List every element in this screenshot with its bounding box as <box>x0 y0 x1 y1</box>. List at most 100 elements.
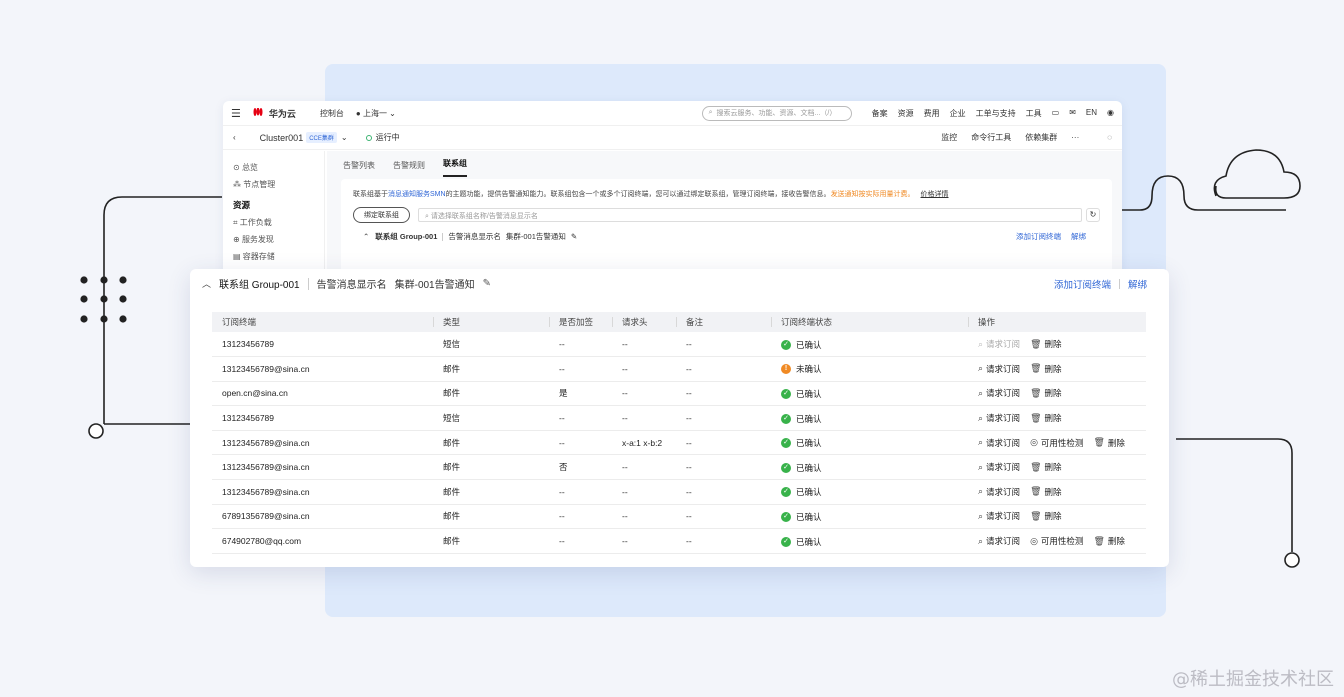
status-cell: ! 未确认 <box>771 356 968 382</box>
type-cell: 邮件 <box>433 430 549 456</box>
trash-action[interactable]: 🗑 删除 <box>1030 387 1061 399</box>
actions-cell: ⌕ 请求订阅 🗑 删除 <box>968 332 1146 358</box>
subscribe-action[interactable]: ⌕ 请求订阅 <box>978 412 1020 424</box>
cli-tool-button[interactable]: 命令行工具 <box>971 132 1011 143</box>
subscribe-icon: ⌕ <box>978 461 984 472</box>
top-links: 备案 资源 费用 企业 工单与支持 工具 ▭ ✉ EN ◉ <box>862 108 1114 119</box>
col-sign: 是否加签 <box>549 312 612 332</box>
sign-cell: 否 <box>549 454 612 481</box>
top-nav-bar: ☰ 华为云 控制台 ● 上海一 ⌄ ⌕ 搜索云服务、功能、资源、文档...（/）… <box>223 101 1122 126</box>
global-search-input[interactable]: ⌕ 搜索云服务、功能、资源、文档...（/） <box>701 105 852 121</box>
dependency-cluster-button[interactable]: 依赖集群 <box>1025 132 1057 143</box>
run-status-label: 运行中 <box>375 133 400 142</box>
back-arrow-icon[interactable]: ‹ <box>233 133 236 142</box>
nav-console[interactable]: 控制台 <box>320 108 344 119</box>
refresh-icon[interactable]: ↻ <box>1086 208 1100 222</box>
side-item-overview[interactable]: ⊙ 总览 <box>233 159 314 176</box>
tab-contact-group[interactable]: 联系组 <box>443 158 467 177</box>
table-row: 13123456789 短信 -- -- -- ✓ 已确认 ⌕ 请求订阅 🗑 删除 <box>212 405 1146 431</box>
terminal-cell: 13123456789 <box>212 405 433 431</box>
note-cell: -- <box>676 405 771 431</box>
subscribe-action[interactable]: ⌕ 请求订阅 <box>978 363 1020 375</box>
trash-action[interactable]: 🗑 删除 <box>1030 461 1061 473</box>
top-link-enterprise[interactable]: 企业 <box>950 108 966 119</box>
top-link-beian[interactable]: 备案 <box>872 108 888 119</box>
side-item-workload[interactable]: ⌗ 工作负载 <box>233 214 314 231</box>
chevron-up-icon[interactable]: ︿ <box>202 277 211 290</box>
action-row: 绑定联系组 ⌕ 请选择联系组名称/告警消息显示名 ↻ <box>353 207 1100 223</box>
side-section-resource: 资源 <box>233 200 251 210</box>
trash-action[interactable]: 🗑 删除 <box>1030 412 1061 424</box>
group-search-input[interactable]: ⌕ 请选择联系组名称/告警消息显示名 <box>418 208 1082 222</box>
bind-group-button[interactable]: 绑定联系组 <box>353 207 410 223</box>
terminal-cell: 13123456789@sina.cn <box>212 356 433 382</box>
group-name: 联系组 Group-001 <box>219 280 300 291</box>
top-link-resource[interactable]: 资源 <box>898 108 914 119</box>
divider <box>1118 278 1120 289</box>
table-row: 67891356789@sina.cn 邮件 -- -- -- ✓ 已确认 ⌕ 请求订阅 🗑 删除 <box>212 504 1146 530</box>
message-icon[interactable]: ✉ <box>1069 108 1076 119</box>
status-label: 已确认 <box>796 536 822 547</box>
check-action[interactable]: ◎ 可用性检测 <box>1030 437 1083 449</box>
trash-action[interactable]: 🗑 删除 <box>1030 363 1061 375</box>
unbind-link[interactable]: 解绑 <box>1128 277 1147 291</box>
subscribe-action[interactable]: ⌕ 请求订阅 <box>978 461 1020 473</box>
side-item-storage[interactable]: ▤ 容器存储 <box>233 248 314 265</box>
check-action[interactable]: ◎ 可用性检测 <box>1030 535 1083 547</box>
trash-action[interactable]: 🗑 删除 <box>1030 486 1061 498</box>
top-link-cost[interactable]: 费用 <box>924 108 940 119</box>
price-link[interactable]: 价格详情 <box>921 191 949 198</box>
subscribe-action[interactable]: ⌕ 请求订阅 <box>978 535 1020 547</box>
mini-add-terminal-link[interactable]: 添加订阅终端 <box>1016 231 1061 242</box>
trash-action[interactable]: 🗑 删除 <box>1030 510 1061 522</box>
note-cell: -- <box>676 504 771 530</box>
trash-action[interactable]: 🗑 删除 <box>1093 437 1124 449</box>
subscribe-action[interactable]: ⌕ 请求订阅 <box>978 437 1020 449</box>
language-toggle[interactable]: EN <box>1086 108 1097 119</box>
subscribe-action[interactable]: ⌕ 请求订阅 <box>978 387 1020 399</box>
top-link-tools[interactable]: 工具 <box>1026 108 1042 119</box>
top-link-support[interactable]: 工单与支持 <box>976 108 1016 119</box>
sign-cell: -- <box>549 528 612 554</box>
subscribe-icon: ⌕ <box>978 486 984 497</box>
group-header: ︿ 联系组 Group-001 告警消息显示名 集群-001告警通知 ✎ 添加订… <box>202 269 1147 298</box>
subscribe-icon: ⌕ <box>978 412 984 423</box>
smn-link[interactable]: 消息通知服务SMN <box>388 191 446 198</box>
status-label: 未确认 <box>796 364 822 375</box>
side-item-nodes[interactable]: ⁂ 节点管理 <box>233 176 314 193</box>
header-cell: -- <box>612 528 676 554</box>
status-label: 已确认 <box>796 487 822 498</box>
tab-alarm-list[interactable]: 告警列表 <box>343 160 375 177</box>
terminal-cell: 674902780@qq.com <box>212 528 433 554</box>
tab-alarm-rules[interactable]: 告警规则 <box>393 160 425 177</box>
subscribe-action[interactable]: ⌕ 请求订阅 <box>978 486 1020 498</box>
check-circle-icon: ✓ <box>781 413 791 424</box>
mini-unbind-link[interactable]: 解绑 <box>1071 231 1086 242</box>
chevron-up-icon[interactable]: ⌃ <box>363 232 369 241</box>
check-circle-icon: ✓ <box>781 462 791 473</box>
more-icon[interactable]: ··· <box>1071 133 1079 142</box>
subscribe-action[interactable]: ⌕ 请求订阅 <box>978 510 1020 522</box>
trash-action[interactable]: 🗑 删除 <box>1030 338 1061 350</box>
status-badge: ✓ 已确认 <box>781 536 822 548</box>
cluster-name[interactable]: Cluster001 <box>260 133 304 143</box>
subscribe-icon: ⌕ <box>978 510 984 521</box>
help-icon[interactable]: ◌ <box>1107 133 1112 142</box>
monitor-button[interactable]: 监控 <box>941 132 957 143</box>
subscribe-icon: ⌕ <box>978 338 984 349</box>
trash-icon: 🗑 <box>1030 412 1042 423</box>
type-cell: 邮件 <box>433 504 549 530</box>
side-item-service[interactable]: ⊕ 服务发现 <box>233 231 314 248</box>
add-terminal-link[interactable]: 添加订阅终端 <box>1054 277 1111 291</box>
chevron-down-icon[interactable]: ⌄ <box>341 133 348 142</box>
edit-icon[interactable]: ✎ <box>483 278 491 289</box>
region-selector[interactable]: ● 上海一 ⌄ <box>356 108 396 119</box>
edit-icon[interactable]: ✎ <box>571 232 577 241</box>
note-cell: -- <box>676 381 771 407</box>
trash-action[interactable]: 🗑 删除 <box>1093 535 1124 547</box>
status-cell: ✓ 已确认 <box>771 479 968 505</box>
menu-icon[interactable]: ☰ <box>231 107 241 120</box>
avatar[interactable]: ◉ <box>1107 108 1114 119</box>
status-badge: ✓ 已确认 <box>781 462 822 474</box>
terminal-icon[interactable]: ▭ <box>1052 108 1060 119</box>
